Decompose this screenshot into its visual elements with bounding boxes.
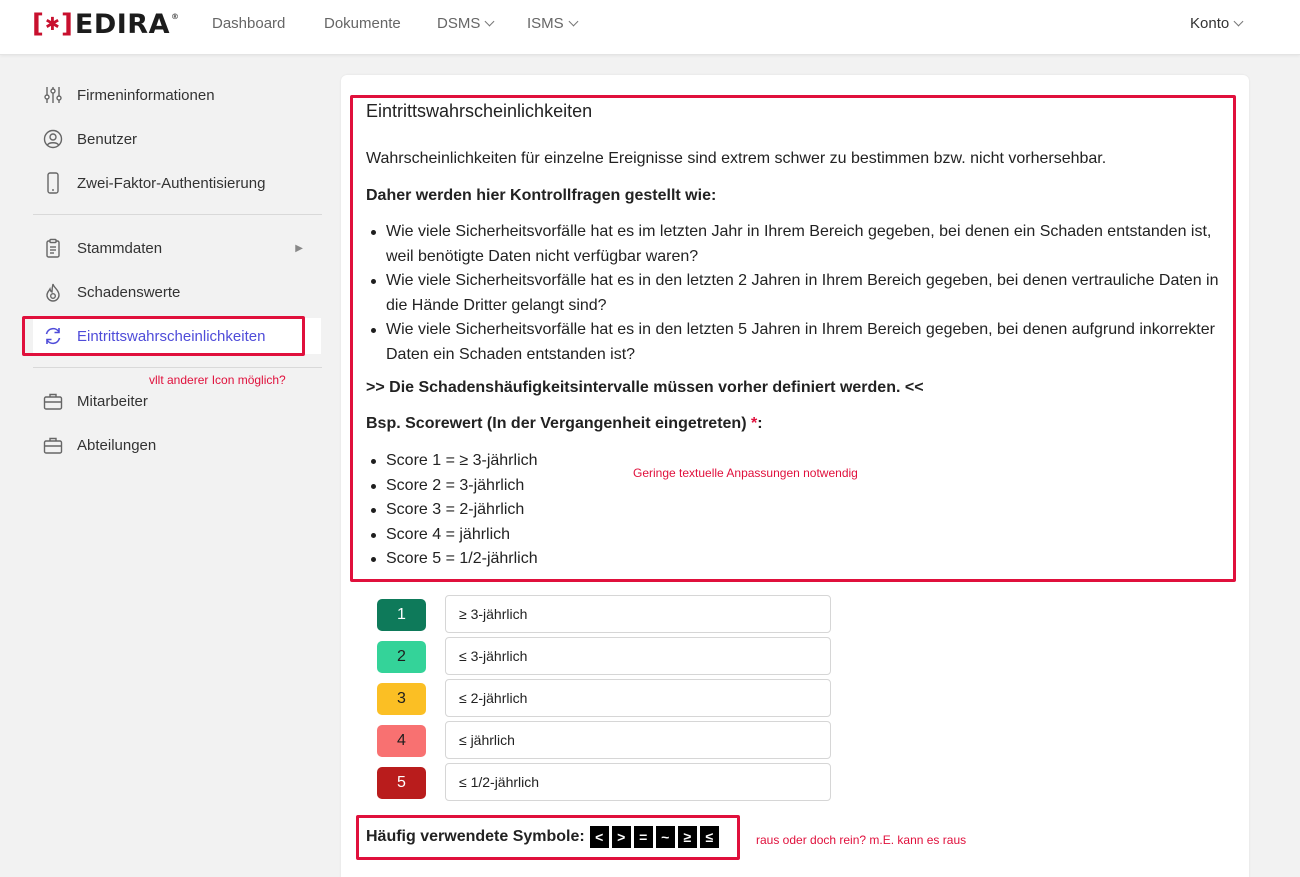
sidebar-item-eintrittswahrscheinlichkeiten[interactable]: Eintrittswahrscheinlichkeiten xyxy=(33,318,321,354)
briefcase-icon xyxy=(43,391,63,411)
score-interval-value: ≤ 1/2-jährlich xyxy=(459,774,540,790)
list-item: Score 2 = 3-jährlich xyxy=(371,474,538,499)
nav-dokumente[interactable]: Dokumente xyxy=(324,15,401,33)
score-interval-input-2[interactable]: ≤ 3-jährlich xyxy=(445,637,831,675)
logo-bracket-left: [ xyxy=(32,9,44,39)
list-item: Wie viele Sicherheitsvorfälle hat es in … xyxy=(371,318,1226,367)
nav-dashboard-label: Dashboard xyxy=(212,15,286,32)
sidebar-item-label: Eintrittswahrscheinlichkeiten xyxy=(77,327,266,345)
logo-star-icon: ✱ xyxy=(44,13,60,35)
edira-logo[interactable]: [ ✱ ] EDIRA ® xyxy=(32,8,179,40)
symbols-toolbar: Häufig verwendete Symbole: < > = ~ ≥ ≤ xyxy=(366,826,719,848)
score-interval-input-3[interactable]: ≤ 2-jährlich xyxy=(445,679,831,717)
sidebar-divider xyxy=(33,367,322,368)
nav-dokumente-label: Dokumente xyxy=(324,15,401,32)
sliders-icon xyxy=(43,85,63,105)
score-badge-4: 4 xyxy=(377,725,426,757)
list-item: Wie viele Sicherheitsvorfälle hat es in … xyxy=(371,269,1226,318)
example-heading-text: Bsp. Scorewert (In der Vergangenheit ein… xyxy=(366,415,751,432)
nav-isms[interactable]: ISMS xyxy=(527,15,579,33)
score-interval-value: ≤ 2-jährlich xyxy=(459,690,528,706)
annotation-symbols-note: raus oder doch rein? m.E. kann es raus xyxy=(756,833,967,847)
phone-icon xyxy=(43,172,63,194)
score-badge-3: 3 xyxy=(377,683,426,715)
sidebar-item-label: Benutzer xyxy=(77,130,138,148)
nav-account-label: Konto xyxy=(1190,15,1230,32)
nav-account[interactable]: Konto xyxy=(1190,15,1244,33)
nav-dsms-label: DSMS xyxy=(437,15,481,32)
refresh-icon xyxy=(43,326,63,346)
page-title: Eintrittswahrscheinlichkeiten xyxy=(366,101,593,121)
chevron-down-icon xyxy=(1233,16,1244,27)
sidebar-divider xyxy=(33,214,322,215)
interval-note: >> Die Schadenshäufigkeitsintervalle müs… xyxy=(366,379,924,396)
score-level: 1 xyxy=(397,606,406,623)
expand-arrow-icon[interactable]: ▶ xyxy=(295,243,303,254)
logo-wordmark: EDIRA xyxy=(74,8,170,40)
symbol-greater-than-button[interactable]: > xyxy=(611,826,631,848)
sidebar-item-label: Abteilungen xyxy=(77,436,157,454)
score-badge-5: 5 xyxy=(377,767,426,799)
flame-icon xyxy=(43,282,63,302)
chevron-down-icon xyxy=(568,16,579,27)
score-interval-input-1[interactable]: ≥ 3-jährlich xyxy=(445,595,831,633)
score-interval-input-5[interactable]: ≤ 1/2-jährlich xyxy=(445,763,831,801)
symbol-equals-button[interactable]: = xyxy=(633,826,653,848)
score-interval-value: ≤ jährlich xyxy=(459,732,515,748)
sidebar-item-label: Schadenswerte xyxy=(77,283,181,301)
score-level: 3 xyxy=(397,690,406,707)
sidebar-item-label: Mitarbeiter xyxy=(77,392,148,410)
score-level: 4 xyxy=(397,732,406,749)
sidebar-item-schadenswerte[interactable]: Schadenswerte xyxy=(33,274,321,310)
list-item: Score 5 = 1/2-jährlich xyxy=(371,547,538,572)
example-heading: Bsp. Scorewert (In der Vergangenheit ein… xyxy=(366,415,763,433)
symbol-less-equal-button[interactable]: ≤ xyxy=(699,826,719,848)
annotation-text-note: Geringe textuelle Anpassungen notwendig xyxy=(633,466,858,480)
list-item: Score 4 = jährlich xyxy=(371,523,538,548)
score-level: 2 xyxy=(397,648,406,665)
intro-text: Wahrscheinlichkeiten für einzelne Ereign… xyxy=(366,150,1107,167)
sidebar-item-firmeninformationen[interactable]: Firmeninformationen xyxy=(33,77,321,113)
briefcase-icon xyxy=(43,435,63,455)
score-interval-value: ≤ 3-jährlich xyxy=(459,648,528,664)
logo-bracket-right: ] xyxy=(60,9,73,39)
symbols-label: Häufig verwendete Symbole: xyxy=(366,828,585,845)
nav-isms-label: ISMS xyxy=(527,15,564,32)
list-item: Score 3 = 2-jährlich xyxy=(371,498,538,523)
symbol-approx-button[interactable]: ~ xyxy=(655,826,675,848)
example-heading-colon: : xyxy=(757,415,763,432)
nav-dsms[interactable]: DSMS xyxy=(437,15,495,33)
symbol-less-than-button[interactable]: < xyxy=(589,826,609,848)
sidebar-item-label: Firmeninformationen xyxy=(77,86,215,104)
sidebar-item-mitarbeiter[interactable]: Mitarbeiter xyxy=(33,383,321,419)
sidebar-item-stammdaten[interactable]: Stammdaten ▶ xyxy=(33,230,321,266)
sidebar-item-abteilungen[interactable]: Abteilungen xyxy=(33,427,321,463)
score-interval-input-4[interactable]: ≤ jährlich xyxy=(445,721,831,759)
symbol-greater-equal-button[interactable]: ≥ xyxy=(677,826,697,848)
clipboard-icon xyxy=(43,238,63,258)
score-example-list: Score 1 = ≥ 3-jährlich Score 2 = 3-jährl… xyxy=(371,449,538,572)
top-navigation: [ ✱ ] EDIRA ® Dashboard Dokumente DSMS I… xyxy=(0,0,1300,55)
score-badge-2: 2 xyxy=(377,641,426,673)
chevron-down-icon xyxy=(484,16,495,27)
sidebar-item-benutzer[interactable]: Benutzer xyxy=(33,121,321,157)
sidebar-item-label: Zwei-Faktor-Authentisierung xyxy=(77,174,266,192)
list-item: Score 1 = ≥ 3-jährlich xyxy=(371,449,538,474)
logo-registered-mark: ® xyxy=(170,12,179,21)
sidebar-item-label: Stammdaten xyxy=(77,239,163,257)
score-badge-1: 1 xyxy=(377,599,426,631)
user-circle-icon xyxy=(43,129,63,149)
questions-list: Wie viele Sicherheitsvorfälle hat es im … xyxy=(371,220,1226,367)
list-item: Wie viele Sicherheitsvorfälle hat es im … xyxy=(371,220,1226,269)
score-interval-value: ≥ 3-jährlich xyxy=(459,606,528,622)
questions-heading: Daher werden hier Kontrollfragen gestell… xyxy=(366,187,717,204)
nav-dashboard[interactable]: Dashboard xyxy=(212,15,285,33)
sidebar-item-zwei-faktor[interactable]: Zwei-Faktor-Authentisierung xyxy=(33,165,321,201)
score-level: 5 xyxy=(397,774,406,791)
